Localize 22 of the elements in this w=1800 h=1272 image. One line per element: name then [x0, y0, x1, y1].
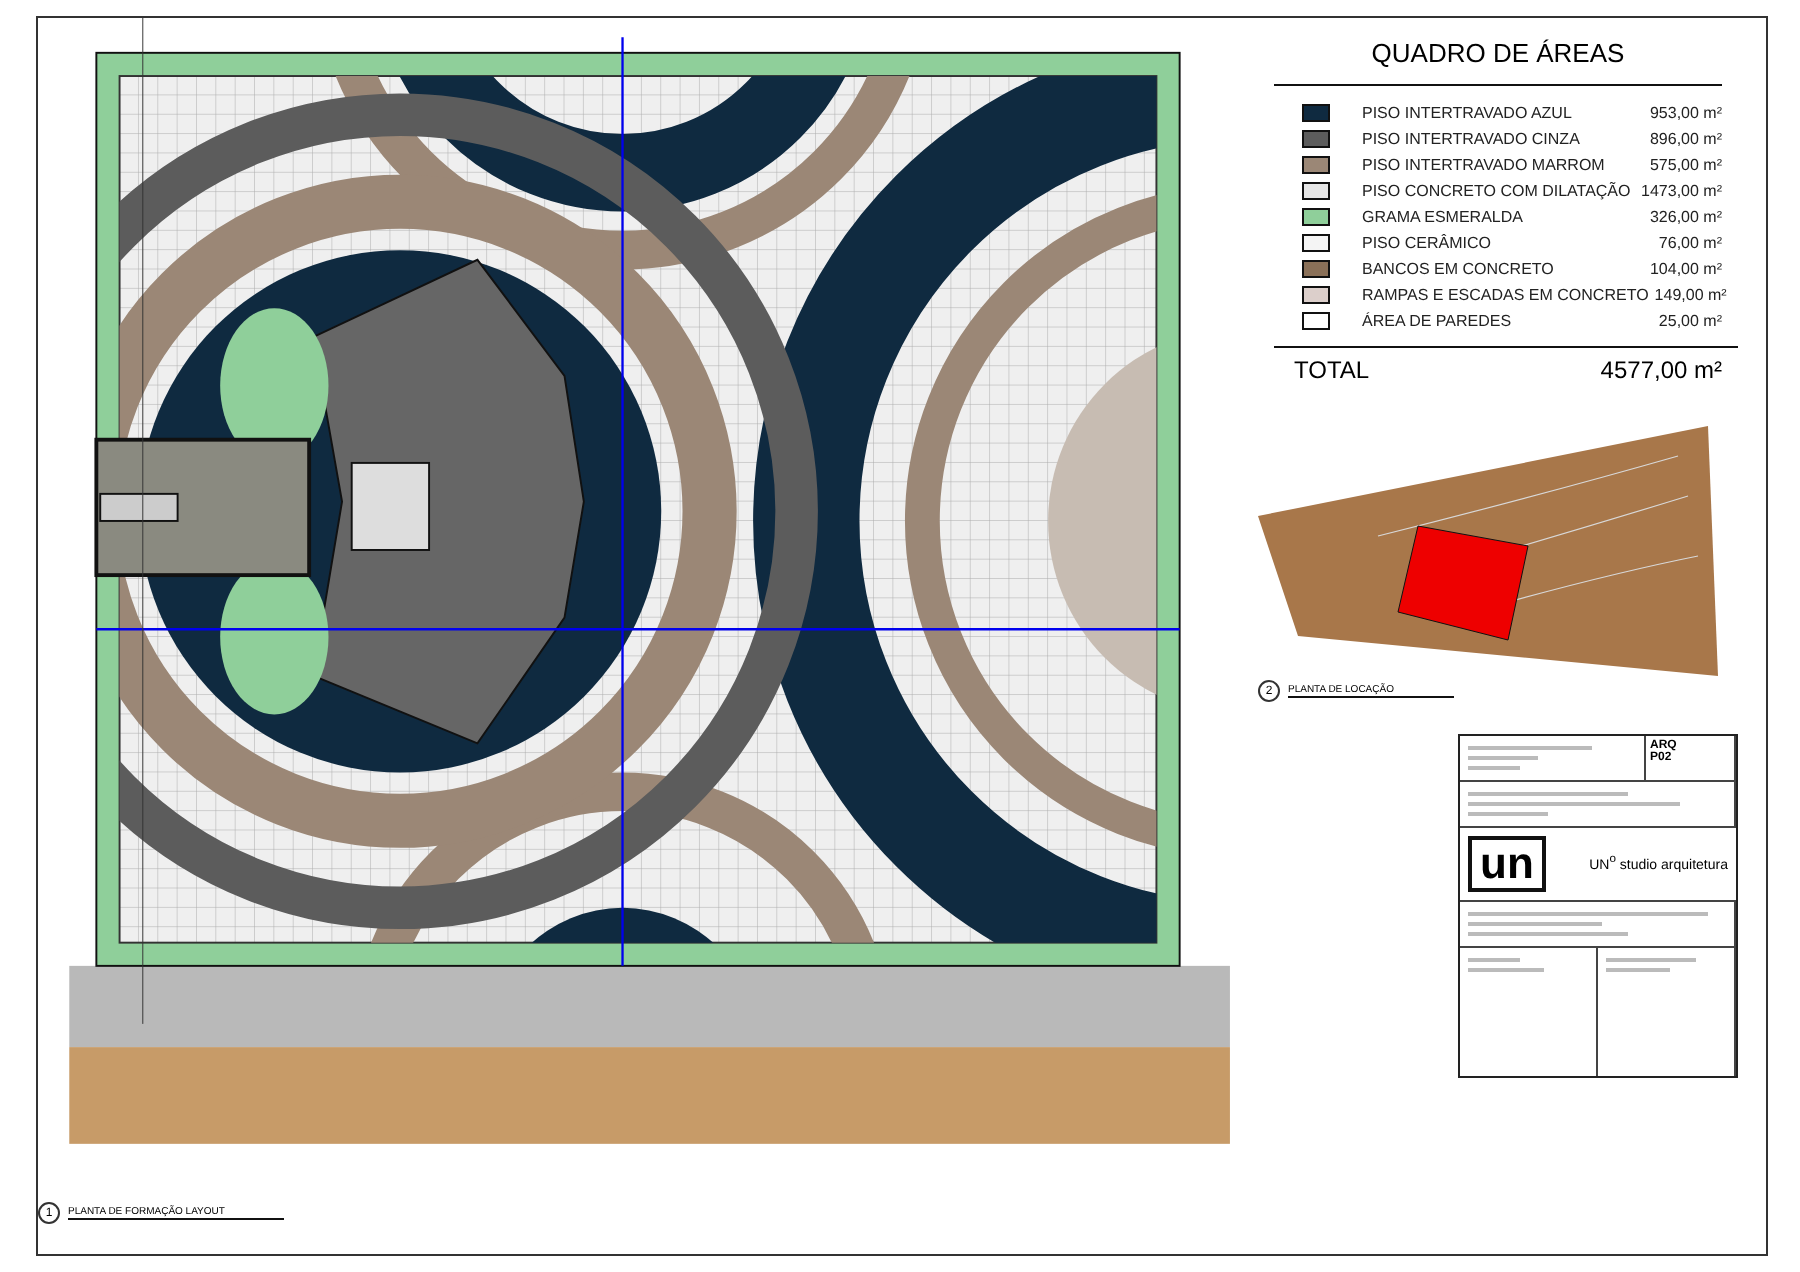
legend-area: 104,00 m²: [1649, 259, 1722, 277]
legend-label: PISO CONCRETO COM DILATAÇÃO: [1362, 181, 1633, 199]
legend-area: 1473,00 m²: [1641, 181, 1722, 199]
legend-label: PISO INTERTRAVADO AZUL: [1362, 103, 1574, 121]
total-label: TOTAL: [1294, 356, 1370, 384]
legend-title: QUADRO DE ÁREAS: [1274, 30, 1722, 86]
legend-area: 149,00 m²: [1654, 285, 1727, 303]
studio-logo: un: [1468, 836, 1546, 892]
legend-area: 25,00 m²: [1658, 311, 1722, 329]
legend-label: RAMPAS E ESCADAS EM CONCRETO: [1362, 285, 1649, 303]
legend-area: 575,00 m²: [1649, 155, 1722, 173]
legend-area: 953,00 m²: [1649, 103, 1722, 121]
legend-label: GRAMA ESMERALDA: [1362, 207, 1525, 225]
legend-label: ÁREA DE PAREDES: [1362, 311, 1514, 329]
legend-label: PISO CERÂMICO: [1362, 233, 1493, 251]
legend-label: BANCOS EM CONCRETO: [1362, 259, 1556, 277]
legend-area: 76,00 m²: [1658, 233, 1722, 251]
legend-label: PISO INTERTRAVADO CINZA: [1362, 129, 1582, 147]
total-value: 4577,00 m²: [1600, 356, 1722, 384]
legend-area: 326,00 m²: [1649, 207, 1722, 225]
legend-area: 896,00 m²: [1649, 129, 1722, 147]
legend-label: PISO INTERTRAVADO MARROM: [1362, 155, 1607, 173]
